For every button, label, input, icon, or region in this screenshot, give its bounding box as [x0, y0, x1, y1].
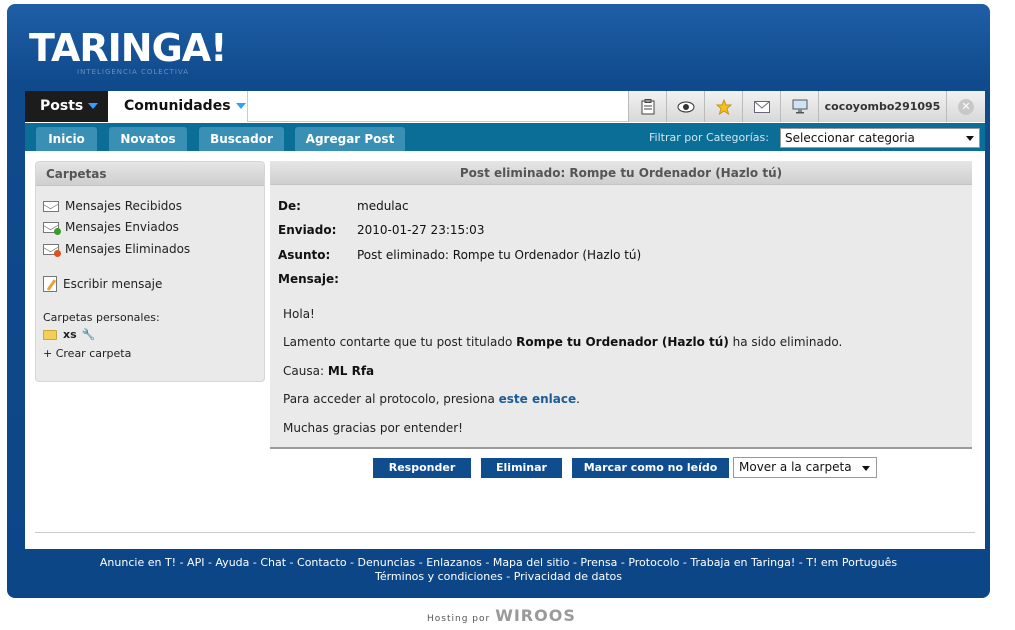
subnav-novatos[interactable]: Novatos: [109, 127, 187, 151]
envelope-sent-icon: [43, 221, 61, 235]
protocol-pre: Para acceder al protocolo, presiona: [283, 392, 495, 406]
category-filter-label: Filtrar por Categorías:: [649, 131, 769, 144]
sidebar-item-label: Mensajes Eliminados: [65, 242, 191, 256]
sidebar-item-received[interactable]: Mensajes Recibidos: [43, 199, 182, 213]
compose-icon: [43, 276, 57, 292]
message-line1-post: ha sido eliminado.: [732, 335, 843, 349]
tab-comunidades[interactable]: Comunidades: [108, 91, 248, 122]
username-link[interactable]: cocoyombo291095: [819, 91, 947, 122]
from-label: De:: [278, 199, 301, 213]
message-title: Post eliminado: Rompe tu Ordenador (Hazl…: [270, 161, 972, 185]
personal-folders-label: Carpetas personales:: [43, 311, 160, 324]
folder-item[interactable]: xs 🔧: [43, 328, 95, 341]
eye-icon[interactable]: [667, 91, 705, 122]
message-line1-pre: Lamento contarte que tu post titulado: [283, 335, 513, 349]
protocol-post: .: [576, 392, 580, 406]
taringa-logo[interactable]: TARINGA!: [29, 28, 228, 68]
envelope-deleted-icon: [43, 243, 61, 257]
hosting-label: Hosting por: [427, 614, 491, 624]
folders-panel: Carpetas Mensajes Recibidos Mensajes Env…: [35, 161, 265, 382]
chevron-down-icon: [88, 103, 99, 109]
move-to-folder-value: Mover a la carpeta: [739, 460, 852, 474]
dropdown-arrow-icon: [862, 466, 870, 471]
logout-button[interactable]: ✕: [947, 91, 985, 122]
folder-icon: [43, 329, 57, 340]
category-select[interactable]: Seleccionar categoria: [780, 128, 980, 148]
dropdown-arrow-icon: [966, 136, 974, 141]
protocol-link[interactable]: este enlace: [499, 392, 576, 406]
mark-unread-button[interactable]: Marcar como no leído: [572, 458, 729, 478]
cause-label: Causa:: [283, 364, 324, 378]
tab-posts[interactable]: Posts: [25, 91, 108, 122]
wiroos-logo[interactable]: WIROOS: [495, 606, 576, 625]
body-label: Mensaje:: [278, 272, 339, 286]
clipboard-icon[interactable]: [629, 91, 667, 122]
category-select-value: Seleccionar categoria: [785, 131, 915, 145]
sidebar-item-sent[interactable]: Mensajes Enviados: [43, 220, 179, 235]
monitor-icon[interactable]: [781, 91, 819, 122]
subnav-inicio[interactable]: Inicio: [36, 127, 97, 151]
subnav-agregar-post[interactable]: Agregar Post: [295, 127, 405, 151]
footer-legal-links[interactable]: Términos y condiciones - Privacidad de d…: [7, 570, 990, 583]
footer-links[interactable]: Anuncie en T! - API - Ayuda - Chat - Con…: [7, 556, 990, 569]
create-folder-link[interactable]: + Crear carpeta: [43, 347, 131, 360]
top-navbar: Posts Comunidades cocoyombo291095 ✕: [25, 91, 985, 122]
sent-label: Enviado:: [278, 223, 337, 237]
sidebar-item-deleted[interactable]: Mensajes Eliminados: [43, 242, 191, 257]
move-to-folder-select[interactable]: Mover a la carpeta: [733, 457, 877, 478]
message-line1: Lamento contarte que tu post titulado Ro…: [283, 335, 842, 349]
compose-message-link[interactable]: Escribir mensaje: [43, 276, 162, 292]
mail-icon[interactable]: [743, 91, 781, 122]
subject-label: Asunto:: [278, 248, 331, 262]
tab-comunidades-label: Comunidades: [124, 98, 231, 114]
logo-tagline: INTELIGENCIA COLECTIVA: [77, 68, 190, 76]
message-cause: Causa: ML Rfa: [283, 364, 374, 378]
reply-button[interactable]: Responder: [373, 458, 471, 478]
envelope-icon: [43, 200, 59, 212]
delete-button[interactable]: Eliminar: [481, 458, 562, 478]
sidebar-item-label: Mensajes Enviados: [65, 220, 179, 234]
cause-value: ML Rfa: [327, 364, 375, 378]
message-post-title: Rompe tu Ordenador (Hazlo tú): [516, 335, 729, 349]
message-protocol: Para acceder al protocolo, presiona este…: [283, 392, 580, 406]
sent-value: 2010-01-27 23:15:03: [357, 223, 485, 237]
chevron-down-icon: [235, 103, 246, 109]
user-toolbar: cocoyombo291095 ✕: [628, 91, 985, 122]
content-area: Posts Comunidades cocoyombo291095 ✕ Inic…: [25, 91, 985, 549]
tab-posts-label: Posts: [40, 98, 84, 114]
message-panel: Post eliminado: Rompe tu Ordenador (Hazl…: [270, 161, 972, 449]
sidebar-item-label: Mensajes Recibidos: [65, 199, 183, 213]
wrench-icon[interactable]: 🔧: [82, 328, 96, 341]
close-icon: ✕: [958, 98, 974, 115]
from-value[interactable]: medulac: [357, 199, 409, 213]
compose-label: Escribir mensaje: [63, 277, 163, 291]
sub-navbar: Inicio Novatos Buscador Agregar Post Fil…: [25, 123, 985, 151]
hosting-credit: Hosting por WIROOS: [427, 606, 576, 625]
content-divider: [35, 532, 975, 533]
subnav-buscador[interactable]: Buscador: [199, 127, 284, 151]
folders-panel-title: Carpetas: [36, 162, 264, 186]
folder-name: xs: [63, 328, 77, 341]
message-thanks: Muchas gracias por entender!: [283, 421, 463, 435]
subject-value: Post eliminado: Rompe tu Ordenador (Hazl…: [357, 248, 642, 262]
message-greeting: Hola!: [283, 307, 315, 321]
site-frame: TARINGA! INTELIGENCIA COLECTIVA Posts Co…: [7, 4, 990, 598]
star-icon[interactable]: [705, 91, 743, 122]
